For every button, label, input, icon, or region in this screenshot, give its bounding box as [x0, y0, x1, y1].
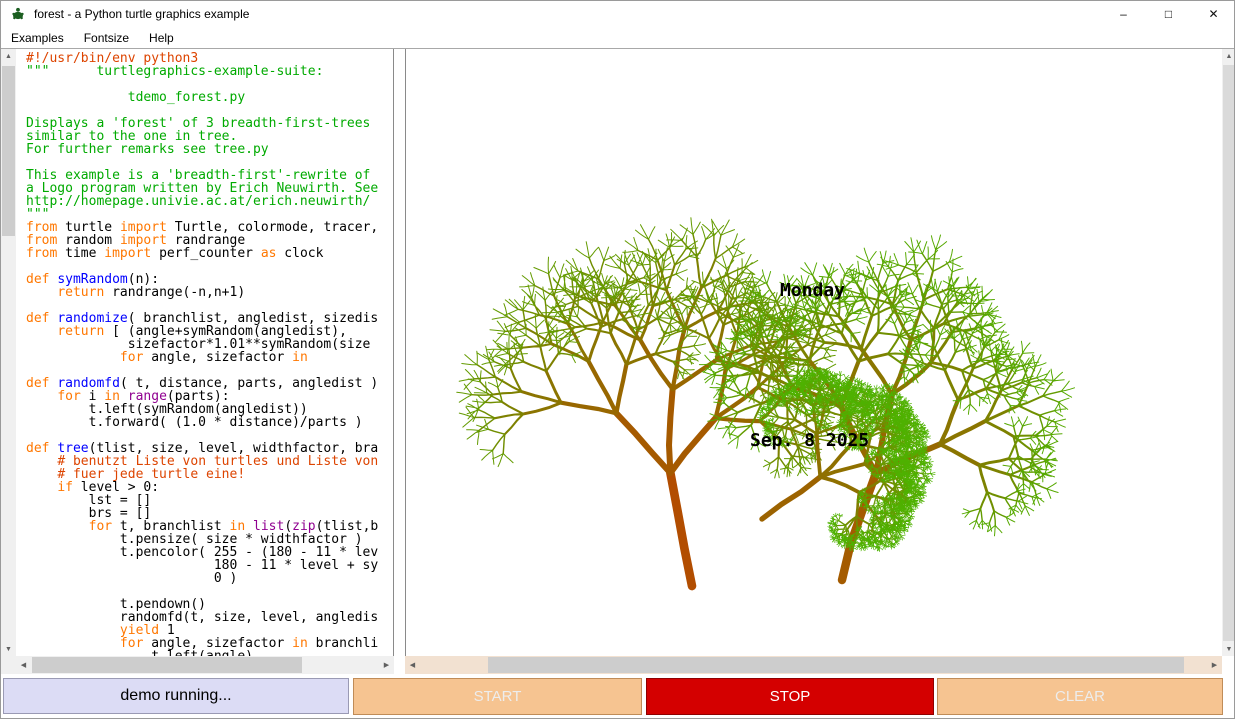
scrollbar-corner	[1, 656, 16, 674]
menu-help[interactable]: Help	[139, 29, 184, 47]
canvas-vertical-scrollbar[interactable]: ▲ ▼	[1222, 49, 1235, 657]
minimize-button[interactable]: –	[1101, 1, 1146, 27]
clear-button[interactable]: CLEAR	[937, 678, 1223, 715]
status-label: demo running...	[3, 678, 349, 714]
start-button[interactable]: START	[353, 678, 642, 715]
canvas-vscroll-thumb[interactable]	[1223, 65, 1235, 641]
maximize-button[interactable]: □	[1146, 1, 1191, 27]
canvas-hscroll-thumb[interactable]	[488, 657, 1184, 673]
forest-drawing: Monday Sep. 8 2025	[406, 49, 1222, 657]
scrollbar-row: ◀ ▶ ◀ ▶	[1, 656, 1235, 674]
pane-divider[interactable]	[395, 49, 405, 657]
turtle-canvas[interactable]: Monday Sep. 8 2025	[405, 49, 1222, 657]
scroll-up-icon[interactable]: ▲	[1, 49, 16, 64]
scroll-right-icon[interactable]: ▶	[379, 656, 394, 674]
canvas-horizontal-scrollbar[interactable]: ◀ ▶	[405, 656, 1222, 674]
main-area: ▲ ▼ #!/usr/bin/env python3""" turtlegrap…	[1, 48, 1235, 656]
bottom-bar: demo running... START STOP CLEAR	[1, 674, 1235, 719]
source-code-pane[interactable]: #!/usr/bin/env python3""" turtlegraphics…	[16, 49, 394, 657]
code-horizontal-scrollbar[interactable]: ◀ ▶	[16, 656, 394, 674]
window-title: forest - a Python turtle graphics exampl…	[34, 7, 249, 21]
app-window: forest - a Python turtle graphics exampl…	[0, 0, 1235, 719]
code-hscroll-thumb[interactable]	[32, 657, 302, 673]
svg-text:Monday: Monday	[780, 280, 845, 301]
menu-examples[interactable]: Examples	[1, 29, 74, 47]
scroll-up-icon[interactable]: ▲	[1222, 49, 1235, 64]
code-text: #!/usr/bin/env python3""" turtlegraphics…	[26, 52, 378, 657]
stop-button[interactable]: STOP	[646, 678, 934, 715]
scroll-down-icon[interactable]: ▼	[1, 642, 16, 657]
code-vertical-scrollbar[interactable]: ▲ ▼	[1, 49, 16, 657]
scroll-left-icon[interactable]: ◀	[16, 656, 31, 674]
scroll-down-icon[interactable]: ▼	[1222, 642, 1235, 657]
svg-text:Sep. 8 2025: Sep. 8 2025	[750, 430, 869, 451]
title-bar: forest - a Python turtle graphics exampl…	[1, 1, 1235, 27]
menu-bar: Examples Fontsize Help	[1, 27, 1235, 48]
scroll-right-icon[interactable]: ▶	[1207, 656, 1222, 674]
turtle-icon	[10, 6, 26, 22]
scroll-left-icon[interactable]: ◀	[405, 656, 420, 674]
close-button[interactable]: ✕	[1191, 1, 1235, 27]
code-vscroll-thumb[interactable]	[2, 66, 15, 236]
menu-fontsize[interactable]: Fontsize	[74, 29, 139, 47]
